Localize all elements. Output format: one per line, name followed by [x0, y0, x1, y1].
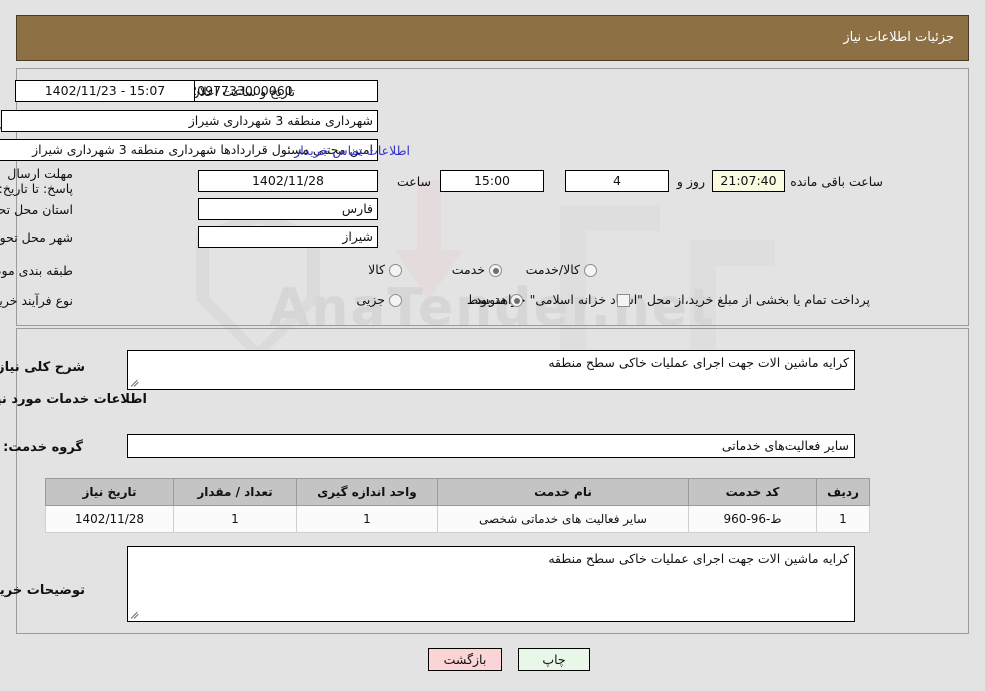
deadline-date-value: 1402/11/28 — [198, 170, 378, 192]
hour-value: 15:00 — [440, 170, 544, 192]
days-remaining-value: 4 — [565, 170, 669, 192]
category-radio-0[interactable] — [389, 264, 402, 277]
cell-row-no: 1 — [816, 505, 870, 533]
days-suffix-label: روز و — [676, 174, 705, 189]
province-label: استان محل تحویل: — [0, 202, 73, 217]
countdown-timer-value: 21:07:40 — [712, 170, 785, 192]
deadline-label: مهلت ارسال پاسخ: تا تاریخ: — [0, 166, 73, 196]
cell-service-code: ط-96-960 — [688, 505, 817, 533]
treasury-bond-checkbox[interactable] — [617, 294, 630, 307]
need-desc-value: کرایه ماشین الات جهت اجرای عملیات خاکی س… — [548, 355, 849, 370]
col-need-date: تاریخ نیاز — [45, 478, 174, 506]
cell-need-date: 1402/11/28 — [45, 505, 174, 533]
category-label-0: کالا — [368, 262, 385, 277]
services-section-title: اطلاعات خدمات مورد نیاز — [0, 392, 147, 407]
process-radio-0[interactable] — [389, 294, 402, 307]
need-desc-label: شرح کلی نیاز: — [0, 360, 85, 375]
treasury-bond-note: پرداخت تمام یا بخشی از مبلغ خرید،از محل … — [471, 292, 870, 307]
back-button[interactable]: بازگشت — [428, 648, 502, 671]
resize-grip-icon[interactable] — [130, 610, 140, 620]
page-title: جزئیات اطلاعات نیاز — [843, 30, 954, 45]
category-label-2: کالا/خدمت — [525, 262, 580, 277]
category-radio-2[interactable] — [584, 264, 597, 277]
category-label: طبقه بندی موضوعی: — [0, 263, 73, 278]
process-type-label: نوع فرآیند خرید : — [0, 293, 73, 308]
table-row: 1 ط-96-960 سایر فعالیت های خدماتی شخصی 1… — [45, 505, 870, 533]
need-desc-textarea[interactable]: کرایه ماشین الات جهت اجرای عملیات خاکی س… — [127, 350, 855, 390]
cell-quantity: 1 — [173, 505, 297, 533]
category-radio-1[interactable] — [489, 264, 502, 277]
buyer-notes-label: توضیحات خریدار: — [0, 583, 85, 598]
service-group-field[interactable]: سایر فعالیت‌های خدماتی — [127, 434, 855, 458]
print-button[interactable]: چاپ — [518, 648, 590, 671]
province-value: فارس — [198, 198, 378, 220]
public-announce-value: 15:07 - 1402/11/23 — [15, 80, 195, 102]
buyer-contact-link[interactable]: اطلاعات تماس خریدار — [294, 143, 410, 158]
col-service-name: نام خدمت — [437, 478, 689, 506]
cell-service-name: سایر فعالیت های خدماتی شخصی — [437, 505, 689, 533]
table-header-row: ردیف کد خدمت نام خدمت واحد اندازه گیری ت… — [45, 478, 870, 506]
cell-unit: 1 — [296, 505, 438, 533]
service-group-label: گروه خدمت: — [3, 440, 83, 455]
process-radio-1[interactable] — [510, 294, 523, 307]
process-label-0: جزیی — [356, 292, 385, 307]
page-header: جزئیات اطلاعات نیاز — [16, 15, 969, 61]
col-row-no: ردیف — [816, 478, 870, 506]
col-quantity: تعداد / مقدار — [173, 478, 297, 506]
countdown-suffix-label: ساعت باقی مانده — [790, 174, 883, 189]
city-label: شهر محل تحویل: — [0, 230, 73, 245]
services-table: ردیف کد خدمت نام خدمت واحد اندازه گیری ت… — [45, 478, 870, 533]
buyer-org-value: شهرداری منطقه 3 شهرداری شیراز — [1, 110, 378, 132]
buyer-notes-value: کرایه ماشین الات جهت اجرای عملیات خاکی س… — [548, 551, 849, 566]
category-label-1: خدمت — [451, 262, 485, 277]
col-service-code: کد خدمت — [688, 478, 817, 506]
city-value: شیراز — [198, 226, 378, 248]
hour-label: ساعت — [396, 174, 431, 189]
service-group-value: سایر فعالیت‌های خدماتی — [721, 438, 849, 453]
col-unit: واحد اندازه گیری — [296, 478, 438, 506]
buyer-notes-textarea[interactable]: کرایه ماشین الات جهت اجرای عملیات خاکی س… — [127, 546, 855, 622]
need-info-panel — [16, 68, 969, 326]
resize-grip-icon[interactable] — [130, 378, 140, 388]
